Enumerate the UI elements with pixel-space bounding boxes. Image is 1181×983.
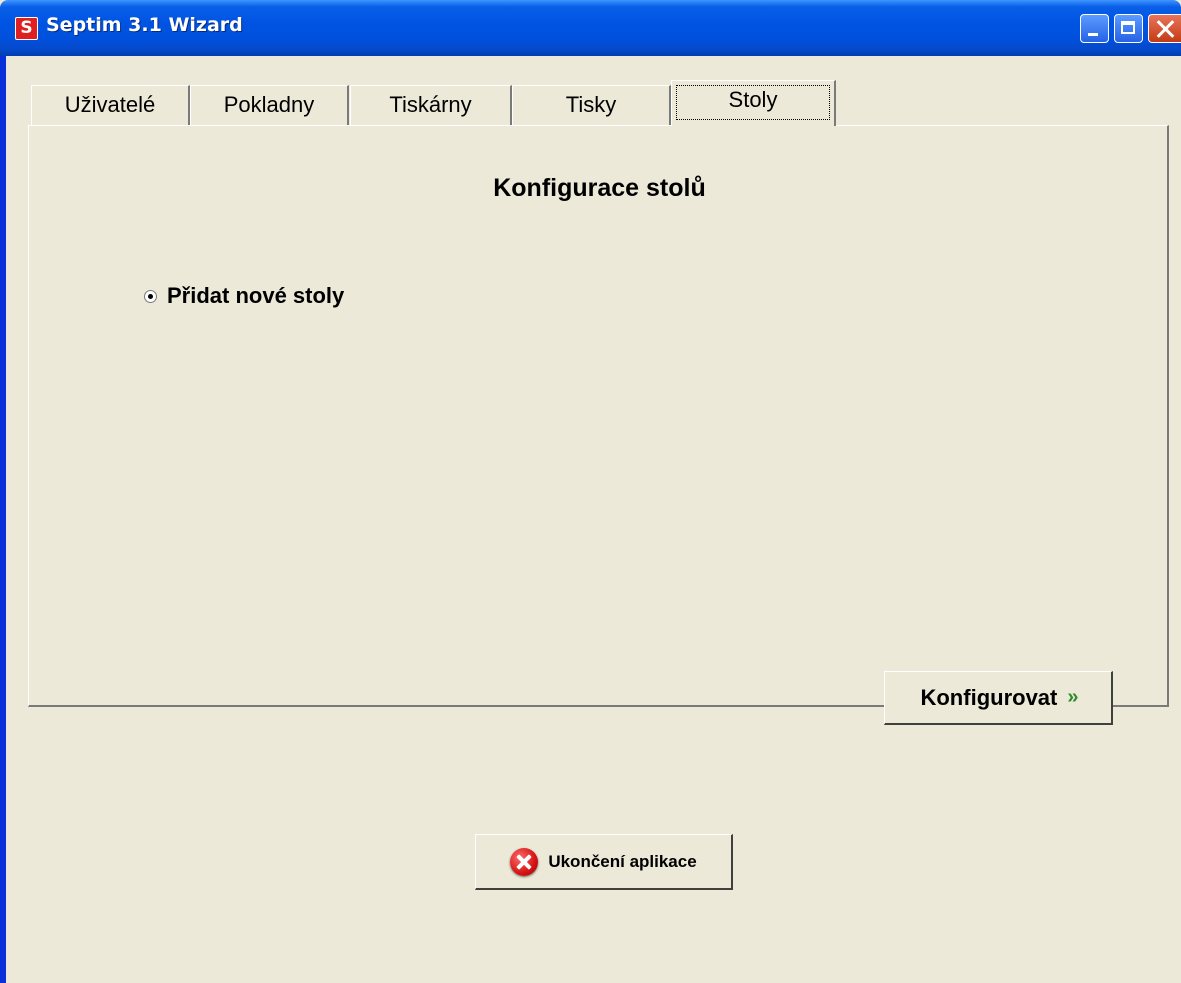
- tab-stoly-label: Stoly: [676, 85, 830, 120]
- configure-button-label: Konfigurovat: [920, 684, 1058, 710]
- exit-application-button[interactable]: Ukončení aplikace: [475, 834, 733, 890]
- close-button[interactable]: [1148, 14, 1181, 43]
- app-icon[interactable]: S: [15, 17, 38, 40]
- configure-button[interactable]: Konfigurovat »: [884, 671, 1113, 725]
- tab-tiskarny[interactable]: Tiskárny: [350, 85, 512, 125]
- window-border: [0, 56, 6, 983]
- page-title: Konfigurace stolů: [493, 174, 706, 202]
- close-circle-icon: [510, 847, 539, 876]
- tab-panel-stoly: Konfigurace stolů Přidat nové stoly: [28, 125, 1169, 707]
- tab-tisky[interactable]: Tisky: [512, 85, 671, 125]
- maximize-button[interactable]: [1114, 14, 1143, 43]
- tab-uzivatele[interactable]: Uživatelé: [31, 85, 190, 125]
- add-tables-label[interactable]: Přidat nové stoly: [167, 283, 344, 309]
- minimize-button[interactable]: [1080, 14, 1109, 43]
- title-bar[interactable]: S Septim 3.1 Wizard: [0, 0, 1181, 56]
- radio-button-selected[interactable]: [144, 289, 157, 303]
- double-chevron-right-icon: »: [1067, 686, 1078, 708]
- exit-application-label: Ukončení aplikace: [548, 851, 697, 871]
- tab-stoly[interactable]: Stoly: [671, 80, 836, 126]
- window-title: Septim 3.1 Wizard: [46, 14, 243, 36]
- add-tables-option[interactable]: Přidat nové stoly: [144, 283, 344, 309]
- tab-pokladny[interactable]: Pokladny: [190, 85, 349, 125]
